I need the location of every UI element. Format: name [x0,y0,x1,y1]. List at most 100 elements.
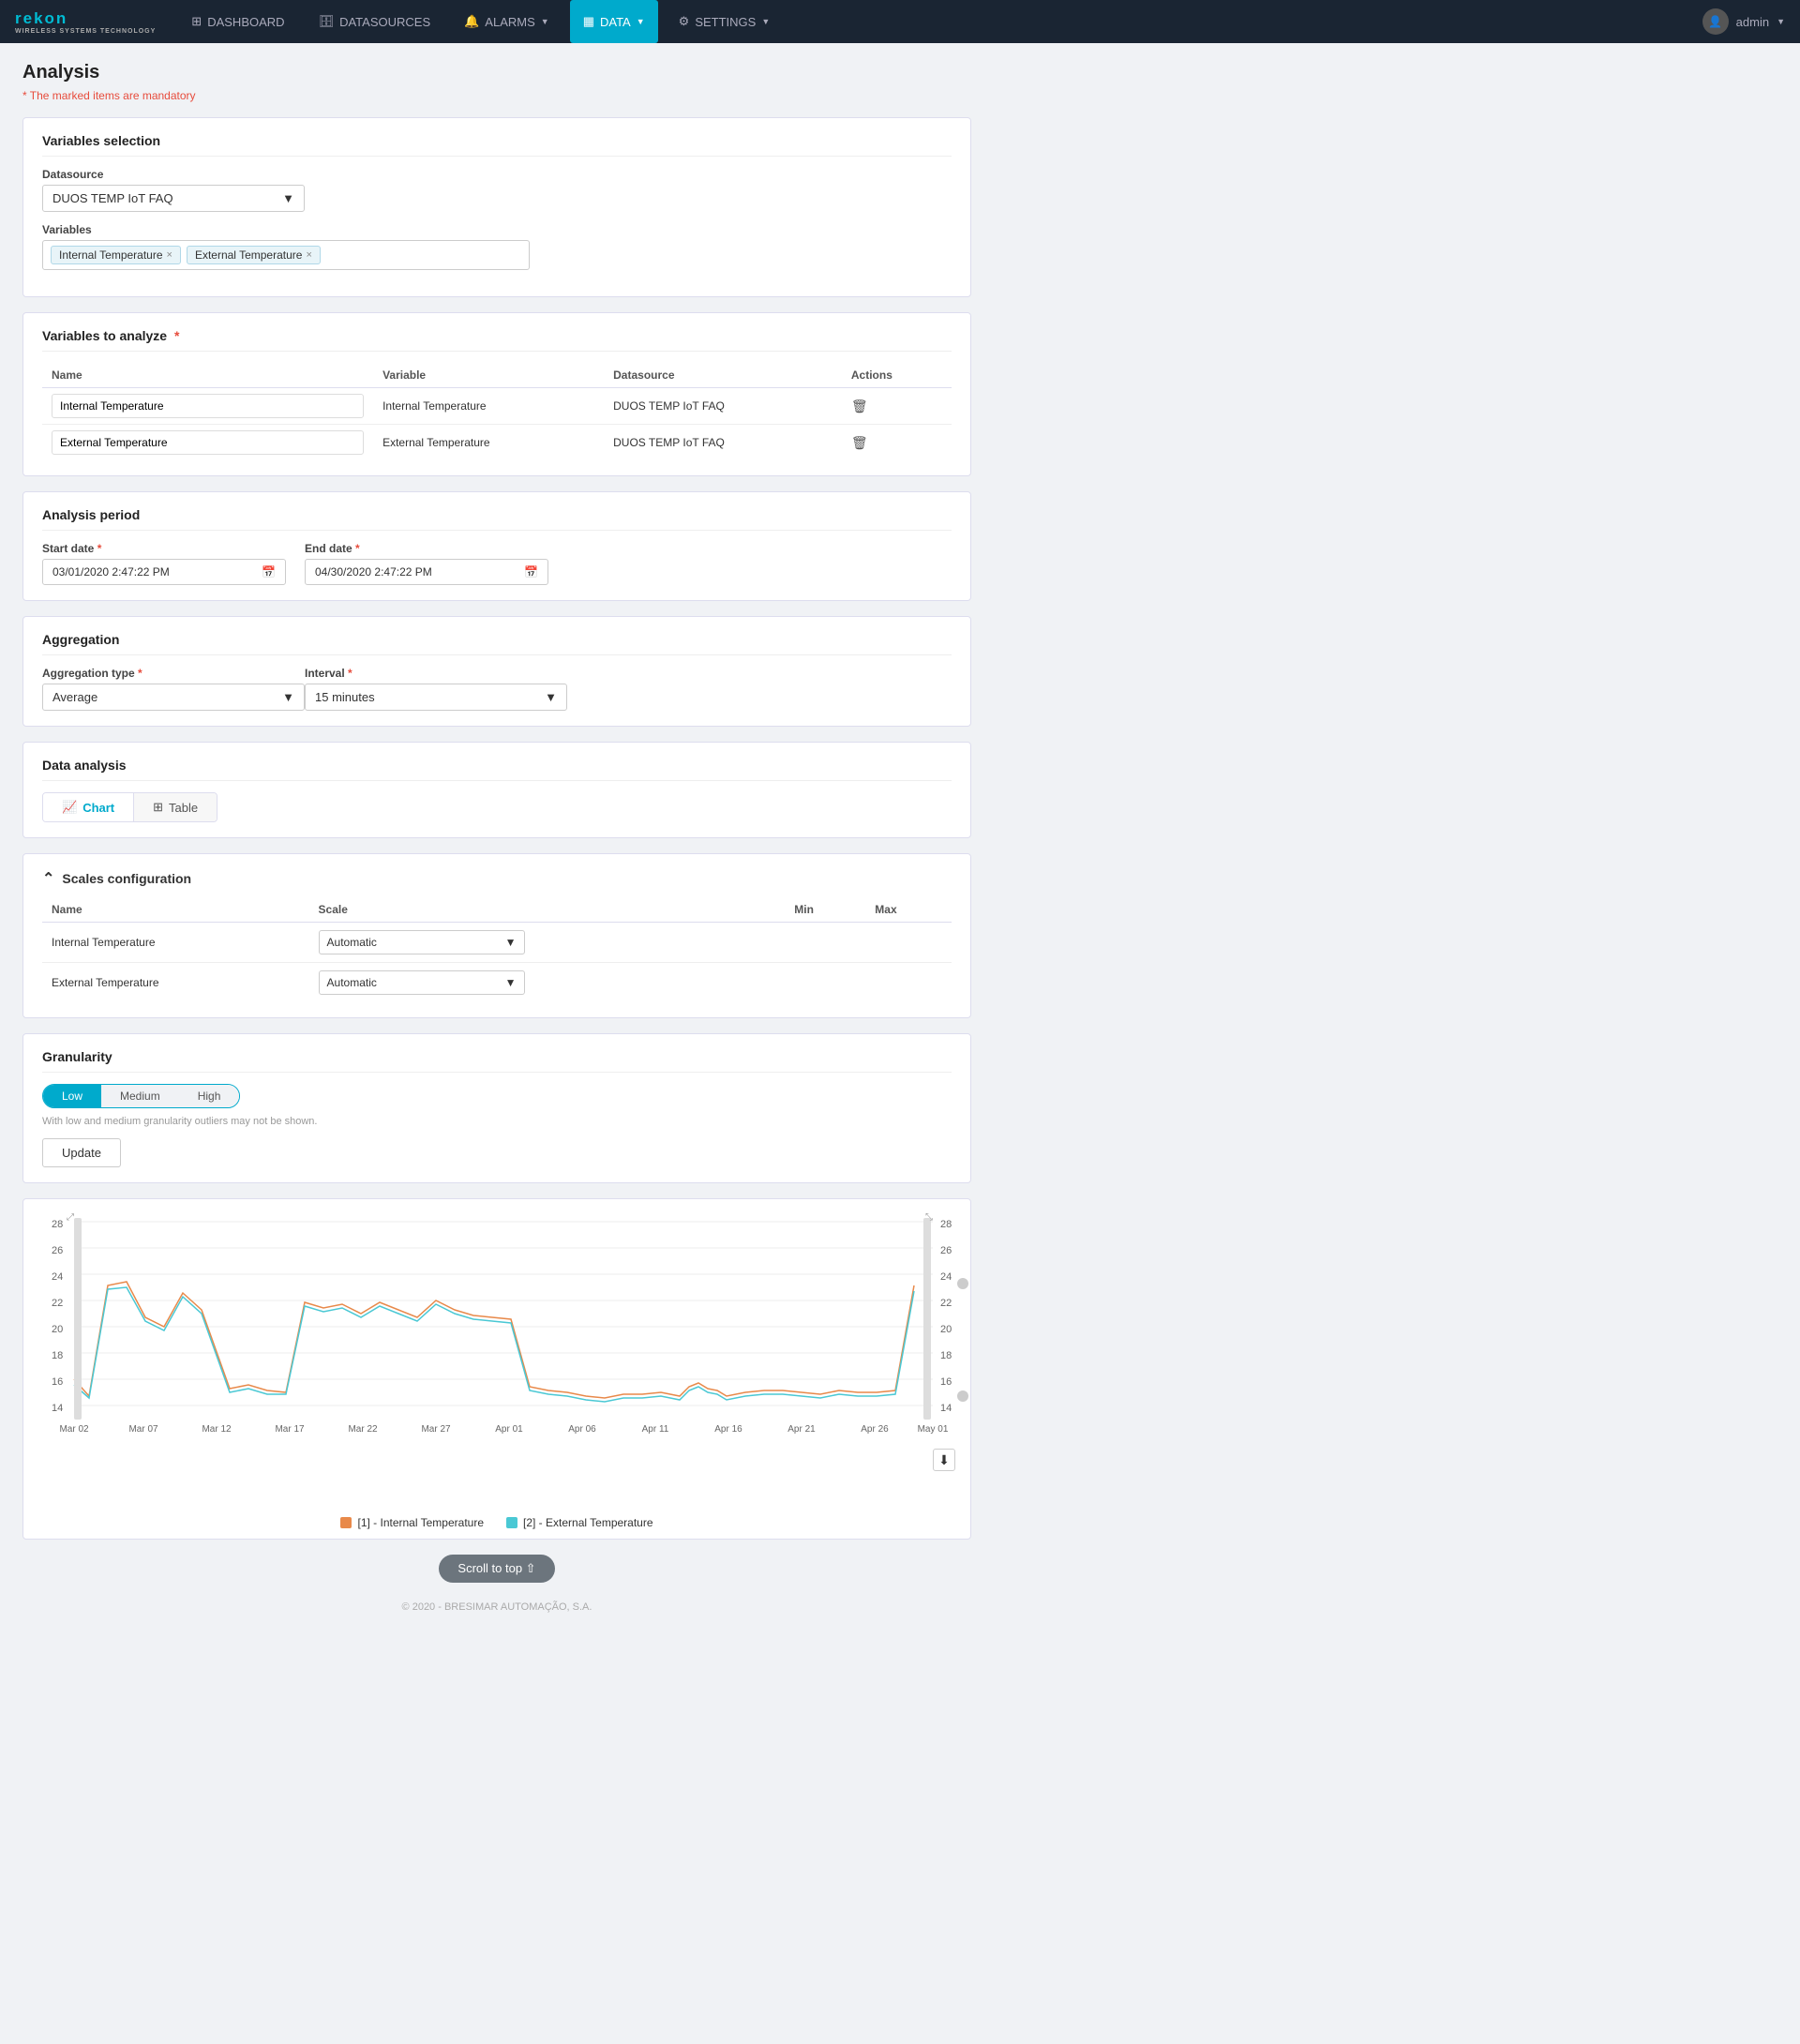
remove-internal-temp[interactable]: × [167,249,172,261]
end-date-req: * [355,542,360,555]
svg-text:18: 18 [940,1350,952,1361]
datasource-chevron-icon: ▼ [282,191,294,205]
scales-col-scale: Scale [309,897,786,923]
chart-svg: 28 26 24 22 20 18 16 14 28 26 24 22 20 1… [33,1209,970,1509]
agg-type-label: Aggregation type * [42,667,286,680]
svg-text:16: 16 [940,1376,952,1388]
granularity-title: Granularity [42,1049,952,1073]
tab-table[interactable]: ⊞ Table [134,793,217,821]
agg-type-chevron-icon: ▼ [282,690,294,704]
tag-internal-temp[interactable]: Internal Temperature × [51,246,181,264]
brand-tagline: WIRELESS SYSTEMS TECHNOLOGY [15,28,156,35]
variables-label: Variables [42,223,952,236]
nav-alarms[interactable]: 🔔 ALARMS ▼ [451,0,562,43]
svg-text:⤢: ⤢ [67,1212,74,1223]
scales-col-name: Name [42,897,309,923]
delete-row-button[interactable]: 🗑 [851,435,868,450]
nav-data[interactable]: ▦ DATA ▼ [570,0,658,43]
svg-text:Mar 17: Mar 17 [275,1424,305,1435]
svg-text:Apr 21: Apr 21 [788,1424,816,1435]
variables-table-header: Name Variable Datasource Actions [42,363,952,388]
scroll-to-top-button[interactable]: Scroll to top ⇧ [439,1555,554,1583]
chart-download-button[interactable]: ⬇ [933,1449,955,1471]
svg-text:Apr 01: Apr 01 [495,1424,523,1435]
svg-text:Mar 12: Mar 12 [202,1424,232,1435]
scales-col-max: Max [865,897,952,923]
chart-icon: 📈 [62,800,77,815]
agg-interval-chevron-icon: ▼ [545,690,557,704]
scale-select[interactable]: Automatic ▼ [319,970,525,995]
table-row: External Temperature Automatic ▼ [42,963,952,1003]
tag-external-temp[interactable]: External Temperature × [187,246,321,264]
variables-tags-box[interactable]: Internal Temperature × External Temperat… [42,240,530,270]
legend-external-temp: [2] - External Temperature [506,1516,653,1529]
analysis-period-card: Analysis period Start date * 03/01/2020 … [22,491,971,601]
start-date-group: Start date * 03/01/2020 2:47:22 PM 📅 [42,542,286,585]
end-date-input[interactable]: 04/30/2020 2:47:22 PM 📅 [305,559,548,585]
svg-text:Mar 07: Mar 07 [128,1424,158,1435]
table-row: Internal Temperature Automatic ▼ [42,923,952,963]
analysis-period-title: Analysis period [42,507,952,531]
update-button[interactable]: Update [42,1138,121,1167]
page-title: Analysis [22,62,971,83]
scroll-top-wrap: Scroll to top ⇧ [22,1555,971,1583]
table-row: Internal Temperature DUOS TEMP IoT FAQ 🗑 [42,388,952,425]
calendar-icon-end: 📅 [524,565,538,579]
svg-text:16: 16 [52,1376,63,1388]
footer: © 2020 - BRESIMAR AUTOMAÇÃO, S.A. [22,1590,971,1631]
datasource-label: Datasource [42,168,952,181]
start-date-req: * [98,542,102,555]
gran-medium[interactable]: Medium [101,1085,179,1107]
scales-header[interactable]: ⌃ Scales configuration [42,869,952,888]
svg-text:18: 18 [52,1350,63,1361]
var-name-input[interactable] [52,394,364,418]
svg-text:20: 20 [940,1324,952,1335]
col-name: Name [42,363,373,388]
main-content: Analysis * The marked items are mandator… [0,43,994,1650]
nav-settings[interactable]: ⚙ SETTINGS ▼ [666,0,784,43]
nav-datasources[interactable]: 🗄 DATASOURCES [306,0,444,43]
agg-type-select[interactable]: Average ▼ [42,684,305,711]
delete-row-button[interactable]: 🗑 [851,398,868,413]
grid-icon: ⊞ [191,14,202,29]
settings-icon: ⚙ [679,14,690,29]
scales-chevron-icon: ⌃ [42,869,54,888]
chart-container: 28 26 24 22 20 18 16 14 28 26 24 22 20 1… [22,1198,971,1540]
chart-legend: [1] - Internal Temperature [2] - Externa… [33,1516,961,1529]
variables-table: Name Variable Datasource Actions Interna… [42,363,952,460]
gran-high[interactable]: High [179,1085,240,1107]
remove-external-temp[interactable]: × [306,249,311,261]
svg-text:Apr 26: Apr 26 [861,1424,889,1435]
svg-text:Apr 06: Apr 06 [568,1424,596,1435]
agg-interval-select[interactable]: 15 minutes ▼ [305,684,567,711]
scale-select[interactable]: Automatic ▼ [319,930,525,954]
data-analysis-title: Data analysis [42,758,952,781]
gran-low[interactable]: Low [43,1085,101,1107]
nav-user[interactable]: 👤 admin ▼ [1702,8,1785,35]
data-chevron-icon: ▼ [637,17,645,26]
datasource-select[interactable]: DUOS TEMP IoT FAQ ▼ [42,185,305,212]
var-name-input[interactable] [52,430,364,455]
scale-chevron-icon: ▼ [505,936,517,949]
aggregation-card: Aggregation Aggregation type * Average ▼… [22,616,971,727]
nav-dashboard[interactable]: ⊞ DASHBOARD [178,0,297,43]
chart-svg-wrap: 28 26 24 22 20 18 16 14 28 26 24 22 20 1… [33,1209,961,1509]
variables-to-analyze-card: Variables to analyze * Name Variable Dat… [22,312,971,476]
svg-text:14: 14 [940,1403,952,1414]
start-date-input[interactable]: 03/01/2020 2:47:22 PM 📅 [42,559,286,585]
agg-interval-label: Interval * [305,667,548,680]
legend-dot-internal [340,1517,352,1528]
alarms-chevron-icon: ▼ [541,17,549,26]
tab-chart[interactable]: 📈 Chart [43,793,134,821]
svg-text:28: 28 [52,1219,63,1230]
aggregation-row: Aggregation type * Average ▼ Interval * … [42,667,952,711]
granularity-note: With low and medium granularity outliers… [42,1116,952,1127]
variables-to-analyze-title: Variables to analyze * [42,328,952,352]
svg-text:26: 26 [52,1245,63,1256]
legend-internal-temp: [1] - Internal Temperature [340,1516,484,1529]
svg-text:26: 26 [940,1245,952,1256]
svg-text:Apr 11: Apr 11 [642,1424,669,1435]
svg-text:Mar 27: Mar 27 [421,1424,451,1435]
bell-icon: 🔔 [464,14,479,29]
col-variable: Variable [373,363,604,388]
